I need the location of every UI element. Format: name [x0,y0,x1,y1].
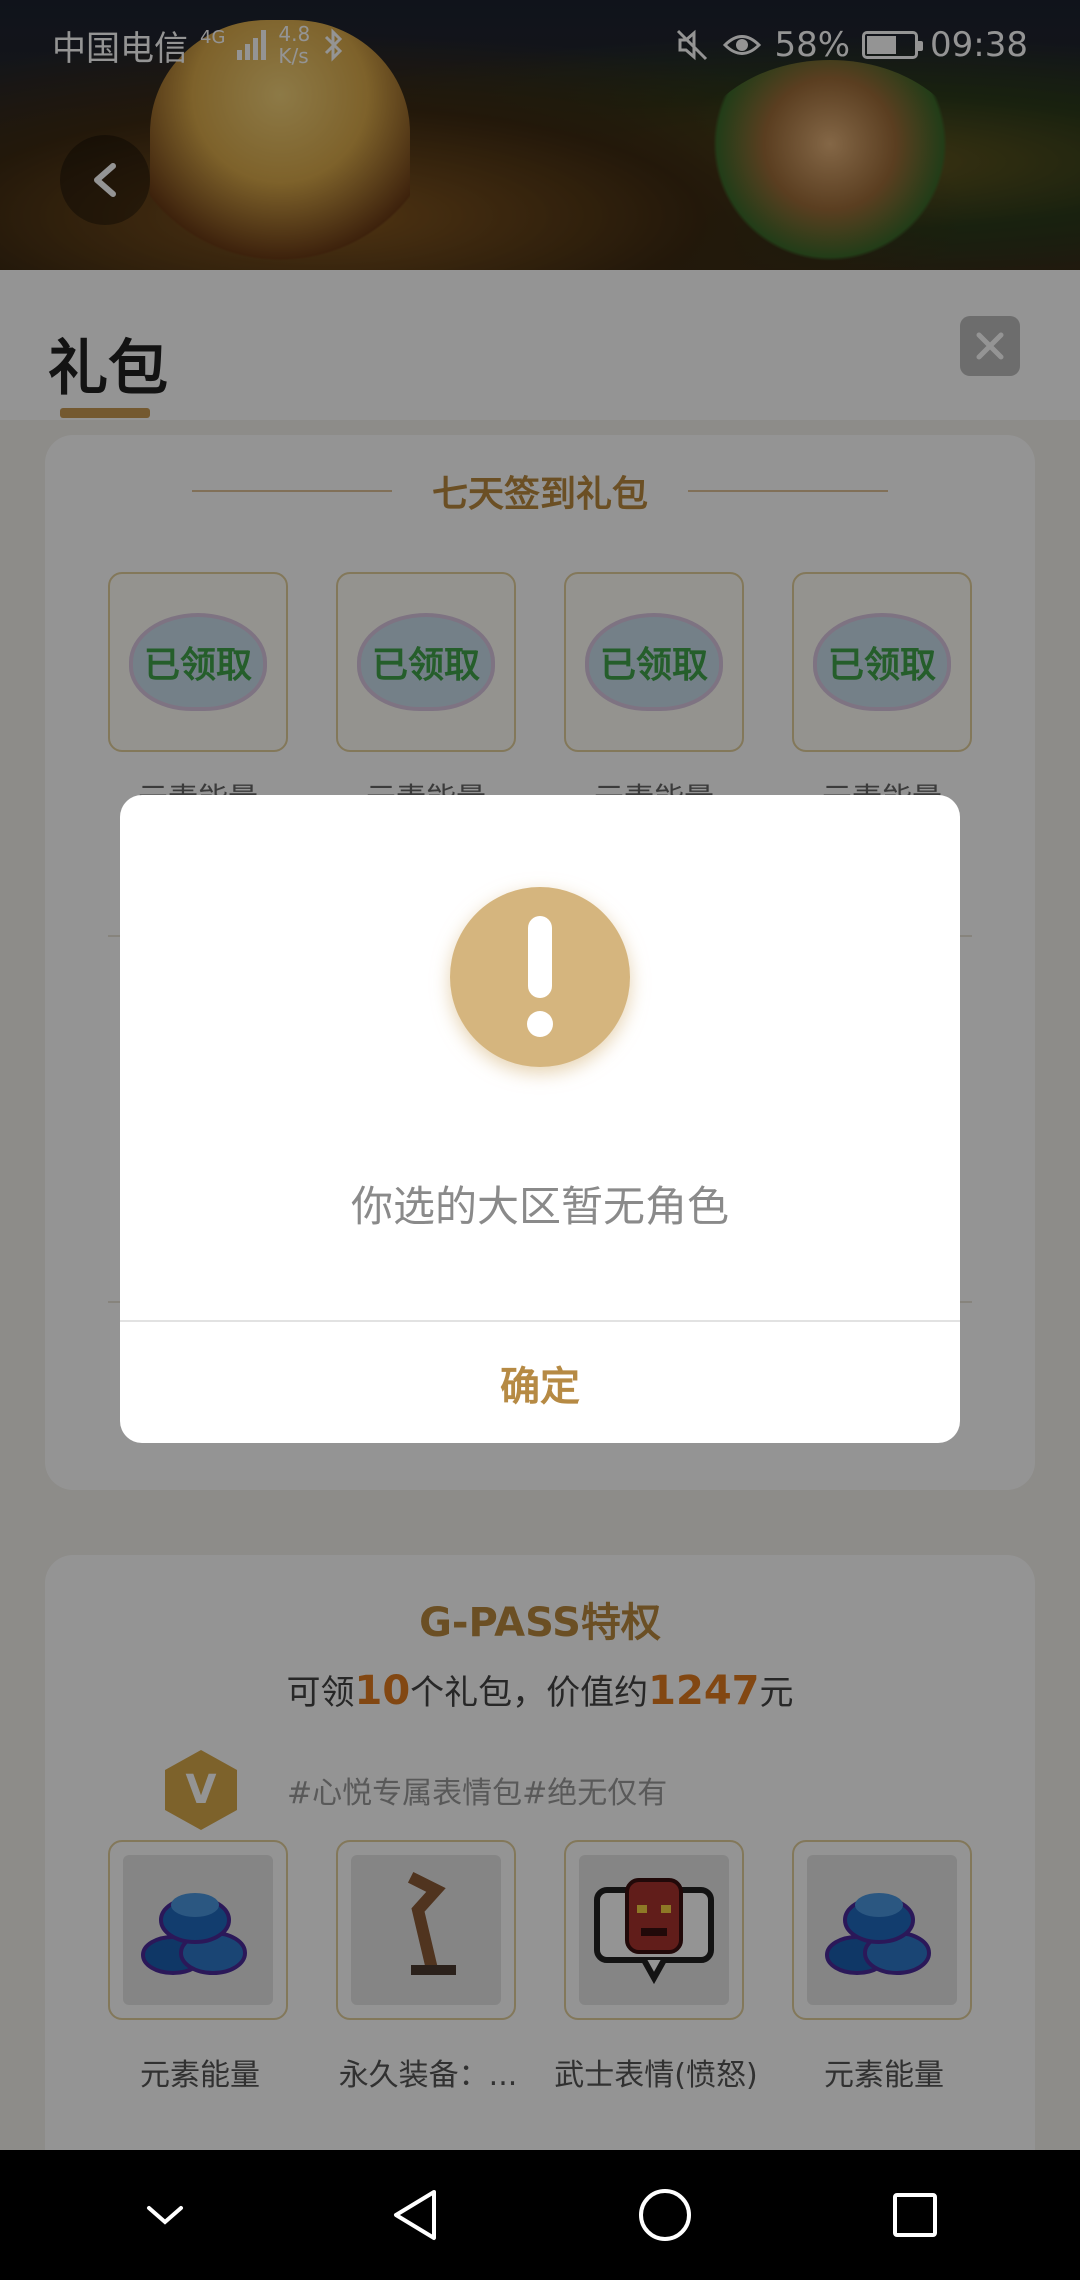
dialog-message: 你选的大区暂无角色 [350,1182,729,1231]
home-nav-button[interactable] [625,2175,705,2255]
chevron-down-icon [147,2206,183,2225]
confirm-button[interactable]: 确定 [120,1322,960,1443]
system-nav-bar [0,2150,1080,2280]
collapse-button[interactable] [125,2175,205,2255]
recents-nav-button[interactable] [875,2175,955,2255]
square-recents-icon [893,2193,937,2237]
circle-home-icon [639,2189,691,2241]
back-nav-button[interactable] [375,2175,455,2255]
exclamation-icon [450,887,630,1067]
triangle-back-icon [394,2190,436,2240]
alert-dialog: 你选的大区暂无角色 确定 [120,795,960,1443]
